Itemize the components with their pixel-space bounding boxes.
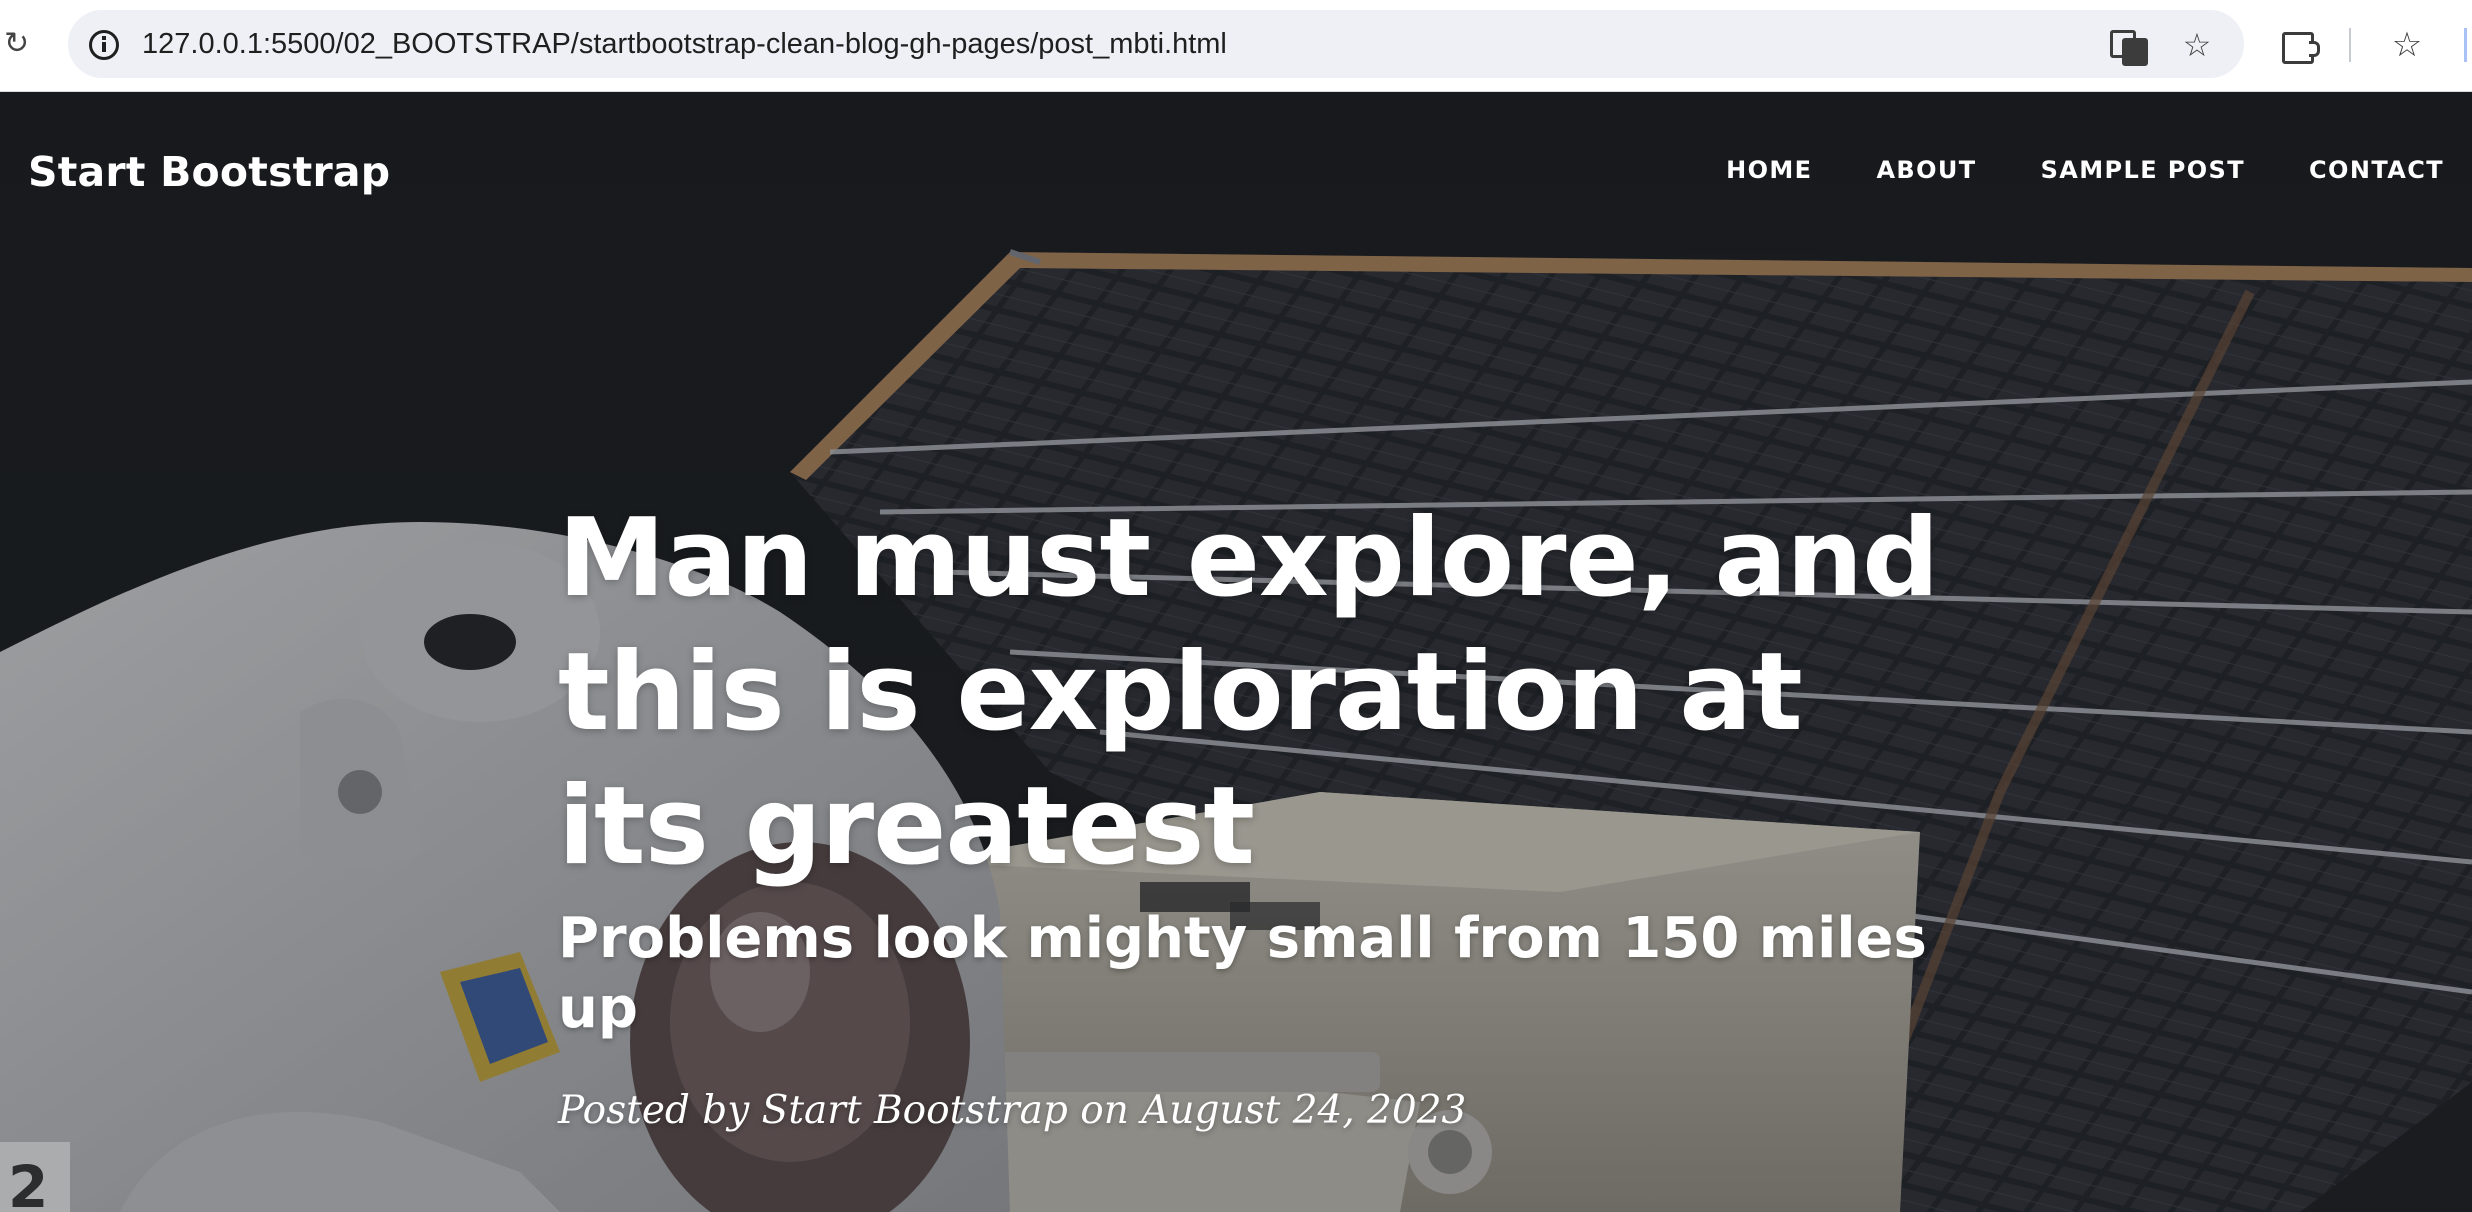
nav-link-home[interactable]: HOME: [1662, 156, 1812, 184]
toolbar-divider: [2349, 28, 2351, 62]
main-navbar: Start Bootstrap HOME ABOUT SAMPLE POST C…: [0, 92, 2472, 252]
navbar-brand[interactable]: Start Bootstrap: [28, 148, 390, 196]
browser-toolbar: ↻ 127.0.0.1:5500/02_BOOTSTRAP/startboots…: [0, 0, 2472, 92]
extensions-icon[interactable]: [2276, 24, 2320, 66]
address-bar[interactable]: 127.0.0.1:5500/02_BOOTSTRAP/startbootstr…: [68, 10, 2244, 78]
reload-icon[interactable]: ↻: [4, 29, 32, 59]
site-info-icon[interactable]: [84, 25, 122, 63]
masthead: 2 Start Bootstrap HOME ABOUT SAMPLE POST…: [0, 92, 2472, 1212]
post-title: Man must explore, and this is exploratio…: [558, 496, 1939, 889]
bookmarks-icon[interactable]: ☆: [2386, 24, 2428, 66]
url-text[interactable]: 127.0.0.1:5500/02_BOOTSTRAP/startbootstr…: [142, 26, 1227, 62]
nav-link-about[interactable]: ABOUT: [1812, 156, 1976, 184]
bookmark-star-icon[interactable]: ☆: [2178, 26, 2216, 64]
post-subheading: Problems look mighty small from 150 mile…: [558, 906, 1927, 1041]
translate-icon[interactable]: [2108, 26, 2148, 66]
post-heading: Man must explore, and this is exploratio…: [558, 492, 1978, 1136]
nav-link-contact[interactable]: CONTACT: [2245, 156, 2444, 184]
profile-edge: [2464, 28, 2467, 62]
nav-links: HOME ABOUT SAMPLE POST CONTACT: [1662, 156, 2444, 184]
post-meta: Posted by Start Bootstrap on August 24, …: [558, 1088, 1467, 1133]
nav-link-sample-post[interactable]: SAMPLE POST: [1977, 156, 2245, 184]
